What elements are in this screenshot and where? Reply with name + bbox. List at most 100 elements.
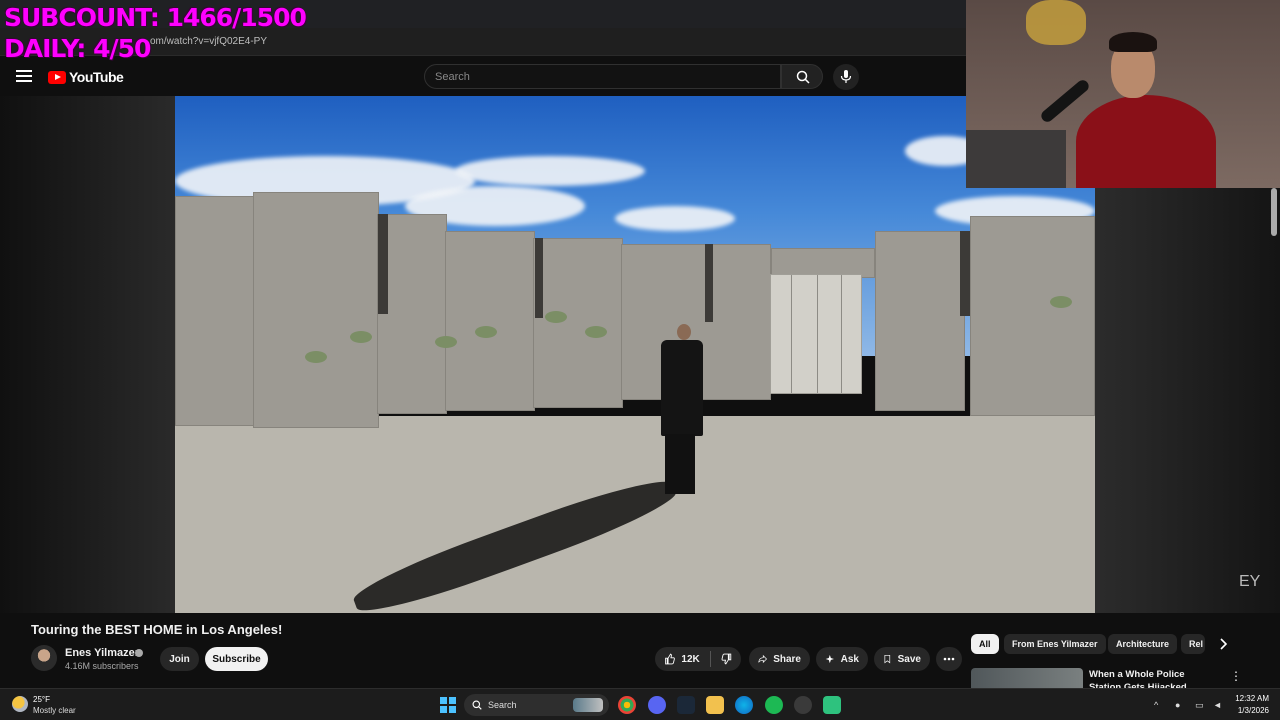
chip-from-channel[interactable]: From Enes Yilmazer <box>1004 634 1106 654</box>
screen: om/watch?v=vjfQ02E4-PY YouTube Search EY… <box>0 0 1280 720</box>
obs-icon[interactable] <box>794 696 812 714</box>
hamburger-menu-icon[interactable] <box>16 70 32 82</box>
share-icon <box>758 654 768 664</box>
weather-temperature[interactable]: 25°F <box>33 695 50 704</box>
like-dislike-group[interactable]: 12K <box>655 647 741 671</box>
wall-slot <box>535 238 543 318</box>
tree <box>435 336 457 348</box>
cloud <box>455 156 645 186</box>
channel-watermark[interactable]: EY <box>1239 573 1260 591</box>
presenter-legs <box>665 434 695 494</box>
search-highlight-icon <box>573 698 603 712</box>
more-horizontal-icon <box>943 657 955 661</box>
taskbar-search[interactable]: Search <box>464 694 609 716</box>
volume-icon[interactable]: ◄ <box>1213 700 1223 710</box>
youtube-play-icon <box>48 70 66 84</box>
taskbar-search-label: Search <box>488 700 517 710</box>
search-input[interactable] <box>425 65 780 88</box>
cloud <box>615 206 735 231</box>
save-label: Save <box>897 653 921 665</box>
webcam-desk <box>966 130 1066 188</box>
discord-icon[interactable] <box>648 696 666 714</box>
tree <box>350 331 372 343</box>
video-player[interactable] <box>175 96 1095 613</box>
verified-badge-icon <box>135 649 143 657</box>
share-button[interactable]: Share <box>749 647 810 671</box>
wall-slot <box>705 244 713 322</box>
presenter-head <box>677 324 691 340</box>
chip-architecture[interactable]: Architecture <box>1108 634 1178 654</box>
search-field[interactable] <box>424 64 781 89</box>
concrete-wall <box>533 238 623 408</box>
channel-avatar[interactable] <box>31 645 57 671</box>
like-divider <box>709 651 711 667</box>
concrete-wall <box>175 196 255 426</box>
recommended-title[interactable]: When a Whole Police Station Gets Hijacke… <box>1089 668 1219 688</box>
tree <box>545 311 567 323</box>
gold-balloon <box>1026 0 1086 45</box>
thumbs-down-icon[interactable] <box>721 652 732 666</box>
app-icon[interactable] <box>823 696 841 714</box>
file-explorer-icon[interactable] <box>706 696 724 714</box>
chip-all[interactable]: All <box>971 634 999 654</box>
streamer-hair <box>1109 32 1157 52</box>
windows-taskbar: 25°F Mostly clear Search ^ ● ▭ ◄ 12:32 A… <box>0 688 1280 720</box>
recommended-menu-icon[interactable]: ⋮ <box>1230 670 1242 684</box>
daily-text: DAILY: 4/50 <box>4 34 151 63</box>
weather-icon[interactable] <box>12 696 28 712</box>
thumbs-up-icon[interactable] <box>664 652 675 666</box>
player-backdrop-left <box>0 96 175 613</box>
front-door <box>770 274 862 394</box>
microphone-tray-icon[interactable]: ● <box>1175 700 1185 710</box>
windows-start-icon[interactable] <box>440 697 456 713</box>
youtube-logo-text: YouTube <box>69 69 124 85</box>
save-button[interactable]: Save <box>874 647 930 671</box>
presenter-body <box>661 340 703 436</box>
concrete-wall <box>253 192 379 428</box>
join-button[interactable]: Join <box>160 647 199 671</box>
youtube-logo[interactable]: YouTube <box>48 69 124 85</box>
network-icon[interactable]: ▭ <box>1195 700 1205 710</box>
chevron-up-icon[interactable]: ^ <box>1154 700 1164 710</box>
channel-name[interactable]: Enes Yilmazer <box>65 647 139 659</box>
subcount-text: SUBCOUNT: 1466/1500 <box>4 3 307 32</box>
page-scrollbar[interactable] <box>1271 188 1277 236</box>
like-count: 12K <box>681 653 700 665</box>
wall-slot <box>960 231 970 316</box>
stream-overlay-counter: SUBCOUNT: 1466/1500 DAILY: 4/50 <box>4 2 307 64</box>
concrete-wall <box>445 231 535 411</box>
clock-date[interactable]: 1/3/2026 <box>1231 706 1269 715</box>
spotify-icon[interactable] <box>765 696 783 714</box>
chip-related[interactable]: Rel <box>1181 634 1205 654</box>
recommended-thumbnail[interactable] <box>971 668 1083 688</box>
tree <box>1050 296 1072 308</box>
microphone-icon <box>840 70 852 83</box>
tree <box>585 326 607 338</box>
search-icon <box>796 70 810 84</box>
ask-label: Ask <box>840 653 859 665</box>
sparkle-icon <box>825 654 834 664</box>
concrete-wall <box>970 216 1095 416</box>
webcam-overlay <box>966 0 1280 188</box>
search-button[interactable] <box>781 64 823 89</box>
edge-icon[interactable] <box>735 696 753 714</box>
tree <box>475 326 497 338</box>
chevron-right-icon[interactable] <box>1214 635 1232 653</box>
video-title: Touring the BEST HOME in Los Angeles! <box>31 622 283 637</box>
subscriber-count: 4.16M subscribers <box>65 661 139 671</box>
bookmark-icon <box>884 654 891 664</box>
steam-icon[interactable] <box>677 696 695 714</box>
search-icon <box>472 700 482 710</box>
tree <box>305 351 327 363</box>
clock-time[interactable]: 12:32 AM <box>1231 694 1269 703</box>
chrome-icon[interactable] <box>618 696 636 714</box>
voice-search-button[interactable] <box>833 64 859 90</box>
subscribe-button[interactable]: Subscribe <box>205 647 268 671</box>
concrete-wall <box>875 231 965 411</box>
wall-slot <box>378 214 388 314</box>
weather-condition[interactable]: Mostly clear <box>33 706 76 715</box>
ask-button[interactable]: Ask <box>816 647 868 671</box>
more-actions-button[interactable] <box>936 647 962 671</box>
player-backdrop-right <box>1095 188 1280 613</box>
share-label: Share <box>773 653 801 665</box>
